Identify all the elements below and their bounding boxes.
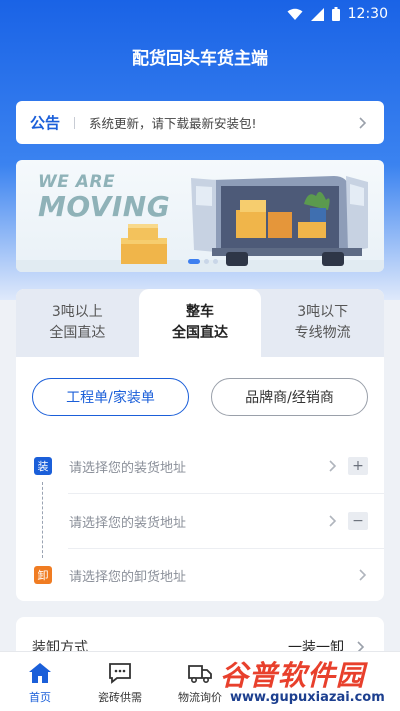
tab-label-line1: 整车 bbox=[186, 304, 214, 320]
tab-over-3-ton[interactable]: 3吨以上 全国直达 bbox=[16, 289, 139, 357]
truck-icon bbox=[188, 665, 212, 684]
watermark-text: 谷普软件园 bbox=[220, 659, 366, 692]
tab-label-line2: 全国直达 bbox=[49, 325, 106, 341]
chat-icon bbox=[109, 663, 131, 684]
nav-tile-supply[interactable]: 瓷砖供需 bbox=[80, 652, 160, 711]
load-address-placeholder: 请选择您的装货地址 bbox=[69, 515, 187, 531]
load-address-row-1[interactable]: 装 请选择您的装货地址 + bbox=[16, 439, 384, 493]
unload-address-placeholder: 请选择您的卸货地址 bbox=[69, 569, 187, 585]
chevron-right-icon bbox=[359, 569, 367, 581]
unload-badge: 卸 bbox=[34, 566, 52, 584]
load-address-placeholder: 请选择您的装货地址 bbox=[69, 460, 187, 476]
announcement-text: 系统更新，请下载最新安装包! bbox=[89, 116, 257, 131]
unload-address-row[interactable]: 卸 请选择您的卸货地址 bbox=[16, 548, 384, 601]
order-form-card: 3吨以上 全国直达 整车 全国直达 3吨以下 专线物流 工程单/家装单 品牌商/… bbox=[16, 289, 384, 601]
nav-label: 瓷砖供需 bbox=[98, 691, 142, 704]
chevron-right-icon bbox=[329, 515, 337, 527]
brand-dealer-button[interactable]: 品牌商/经销商 bbox=[211, 378, 368, 416]
pagination-dot-active[interactable] bbox=[188, 259, 200, 264]
announcement-divider bbox=[74, 116, 76, 129]
remove-load-address-button[interactable]: − bbox=[348, 512, 368, 530]
watermark-url: www.gupuxiazai.com bbox=[230, 690, 385, 705]
battery-icon bbox=[331, 7, 340, 21]
tab-label-line1: 3吨以下 bbox=[297, 304, 349, 320]
engineering-order-button[interactable]: 工程单/家装单 bbox=[32, 378, 189, 416]
add-load-address-button[interactable]: + bbox=[348, 457, 368, 475]
tab-full-truck[interactable]: 整车 全国直达 bbox=[138, 289, 262, 357]
chevron-right-icon bbox=[359, 116, 367, 129]
nav-label: 物流询价 bbox=[178, 691, 222, 704]
home-icon bbox=[29, 663, 51, 683]
page-title: 配货回头车货主端 bbox=[132, 49, 268, 69]
load-address-row-2[interactable]: 请选择您的装货地址 − bbox=[16, 494, 384, 548]
pagination-dot[interactable] bbox=[213, 259, 218, 264]
chevron-right-icon bbox=[329, 460, 337, 472]
status-bar: 12:30 bbox=[0, 0, 400, 28]
tab-label-line1: 3吨以上 bbox=[51, 304, 103, 320]
moving-van-illustration bbox=[16, 176, 384, 272]
nav-home[interactable]: 首页 bbox=[0, 652, 80, 711]
tab-under-3-ton[interactable]: 3吨以下 专线物流 bbox=[261, 289, 384, 357]
service-tabs: 3吨以上 全国直达 整车 全国直达 3吨以下 专线物流 bbox=[16, 289, 384, 357]
site-watermark: 谷普软件园 www.gupuxiazai.com bbox=[218, 652, 398, 710]
status-time: 12:30 bbox=[347, 6, 388, 22]
announcement-bar[interactable]: 公告 系统更新，请下载最新安装包! bbox=[16, 101, 384, 144]
promo-banner[interactable]: WE ARE MOVING bbox=[16, 160, 384, 272]
banner-pagination bbox=[188, 259, 218, 264]
pagination-dot[interactable] bbox=[204, 259, 209, 264]
nav-label: 首页 bbox=[29, 691, 51, 704]
load-badge: 装 bbox=[34, 457, 52, 475]
signal-icon bbox=[310, 7, 324, 21]
tab-label-line2: 全国直达 bbox=[172, 325, 228, 341]
wifi-icon bbox=[287, 8, 303, 20]
tab-label-line2: 专线物流 bbox=[294, 325, 351, 341]
announcement-tag: 公告 bbox=[30, 114, 61, 132]
